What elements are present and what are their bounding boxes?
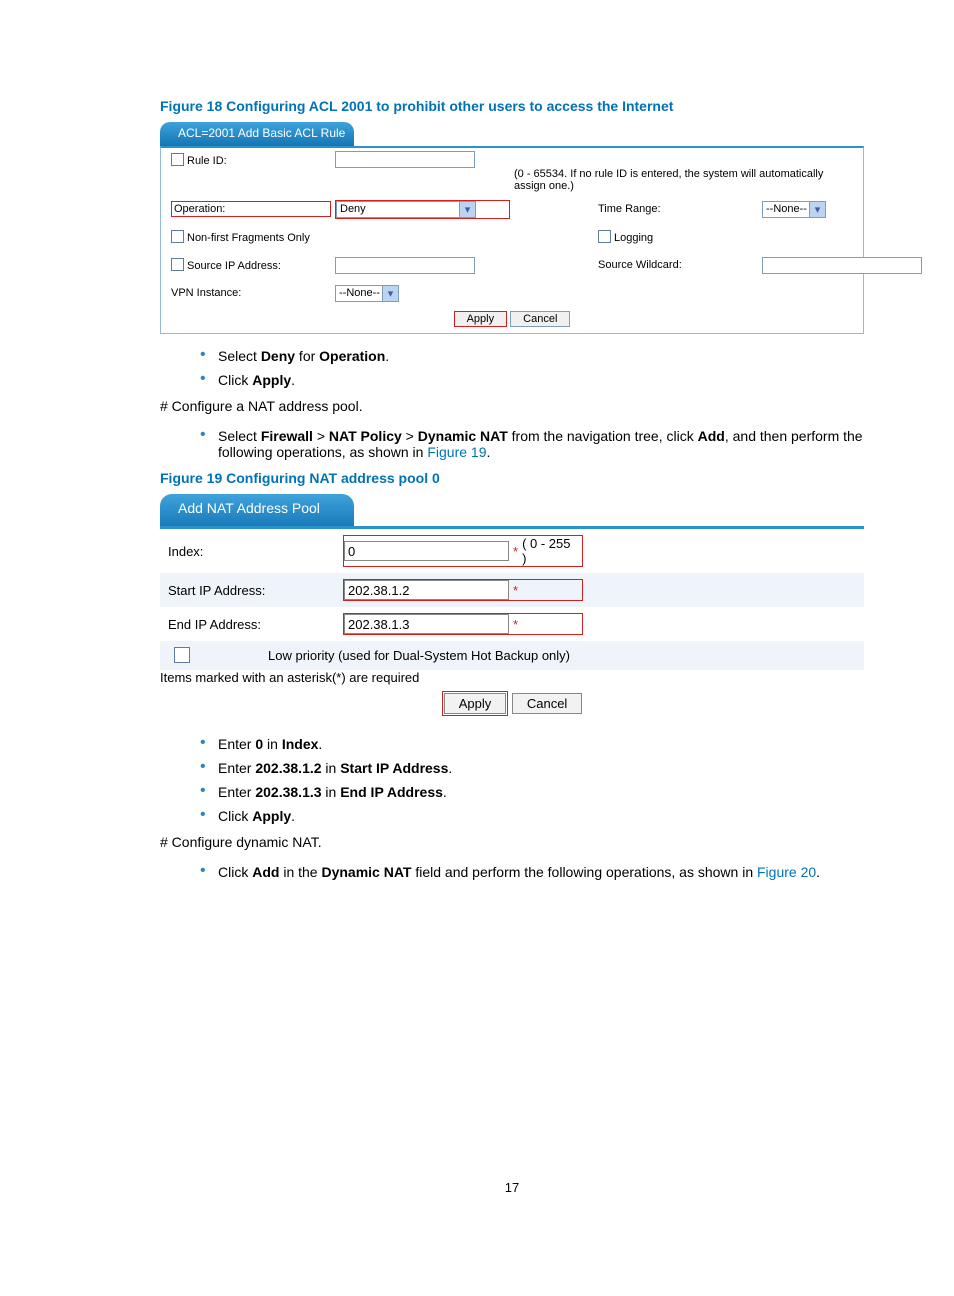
instruction-list-1: Select Deny for Operation. Click Apply.: [160, 348, 864, 388]
rule-id-label: Rule ID:: [171, 153, 331, 167]
figure-18-panel: ACL=2001 Add Basic ACL Rule Rule ID: (0 …: [160, 122, 864, 334]
operation-select[interactable]: Deny ▾: [336, 201, 476, 218]
cancel-button[interactable]: Cancel: [512, 693, 582, 714]
rule-id-checkbox[interactable]: [171, 153, 184, 166]
rule-id-input[interactable]: [335, 151, 475, 168]
list-item: Select Firewall > NAT Policy > Dynamic N…: [200, 428, 864, 460]
apply-button[interactable]: Apply: [454, 311, 508, 327]
index-input[interactable]: [344, 541, 509, 561]
start-ip-input[interactable]: [344, 580, 509, 600]
figure-18-title: Figure 18 Configuring ACL 2001 to prohib…: [160, 98, 864, 114]
time-range-select[interactable]: --None-- ▾: [762, 201, 826, 218]
list-item: Enter 202.38.1.3 in End IP Address.: [200, 784, 864, 800]
list-item: Click Apply.: [200, 372, 864, 388]
list-item: Select Deny for Operation.: [200, 348, 864, 364]
non-first-fragments-checkbox[interactable]: [171, 230, 184, 243]
page-number: 17: [160, 1180, 864, 1195]
chevron-down-icon: ▾: [459, 202, 475, 217]
source-ip-checkbox[interactable]: [171, 258, 184, 271]
operation-label: Operation:: [171, 201, 331, 217]
low-priority-checkbox[interactable]: [174, 647, 190, 663]
list-item: Enter 202.38.1.2 in Start IP Address.: [200, 760, 864, 776]
source-wildcard-label: Source Wildcard:: [598, 259, 758, 271]
cancel-button[interactable]: Cancel: [510, 311, 570, 327]
list-item: Click Add in the Dynamic NAT field and p…: [200, 864, 864, 880]
instruction-list-2: Select Firewall > NAT Policy > Dynamic N…: [160, 428, 864, 460]
chevron-down-icon: ▾: [809, 202, 825, 217]
step-heading: # Configure dynamic NAT.: [160, 834, 864, 850]
instruction-list-3: Enter 0 in Index. Enter 202.38.1.2 in St…: [160, 736, 864, 824]
vpn-instance-label: VPN Instance:: [171, 287, 331, 299]
list-item: Click Apply.: [200, 808, 864, 824]
end-ip-label: End IP Address:: [168, 617, 343, 632]
figure-19-panel: Add NAT Address Pool Index: * ( 0 - 255 …: [160, 494, 864, 722]
start-ip-label: Start IP Address:: [168, 583, 343, 598]
end-ip-input[interactable]: [344, 614, 509, 634]
chevron-down-icon: ▾: [382, 286, 398, 301]
non-first-fragments-label: Non-first Fragments Only: [171, 230, 331, 244]
apply-button[interactable]: Apply: [444, 693, 507, 714]
figure-19-title: Figure 19 Configuring NAT address pool 0: [160, 470, 864, 486]
nat-tab-header: Add NAT Address Pool: [160, 494, 354, 526]
source-ip-input[interactable]: [335, 257, 475, 274]
instruction-list-4: Click Add in the Dynamic NAT field and p…: [160, 864, 864, 880]
logging-checkbox[interactable]: [598, 230, 611, 243]
source-wildcard-input[interactable]: [762, 257, 922, 274]
rule-id-hint: (0 - 65534. If no rule ID is entered, th…: [514, 168, 853, 192]
low-priority-label: Low priority (used for Dual-System Hot B…: [208, 648, 856, 663]
index-label: Index:: [168, 544, 343, 559]
vpn-instance-select[interactable]: --None-- ▾: [335, 285, 399, 302]
source-ip-label: Source IP Address:: [171, 258, 331, 272]
required-footnote: Items marked with an asterisk(*) are req…: [160, 670, 864, 685]
logging-label: Logging: [598, 230, 758, 244]
acl-tab-header: ACL=2001 Add Basic ACL Rule: [160, 122, 354, 146]
time-range-label: Time Range:: [598, 203, 758, 215]
list-item: Enter 0 in Index.: [200, 736, 864, 752]
step-heading: # Configure a NAT address pool.: [160, 398, 864, 414]
